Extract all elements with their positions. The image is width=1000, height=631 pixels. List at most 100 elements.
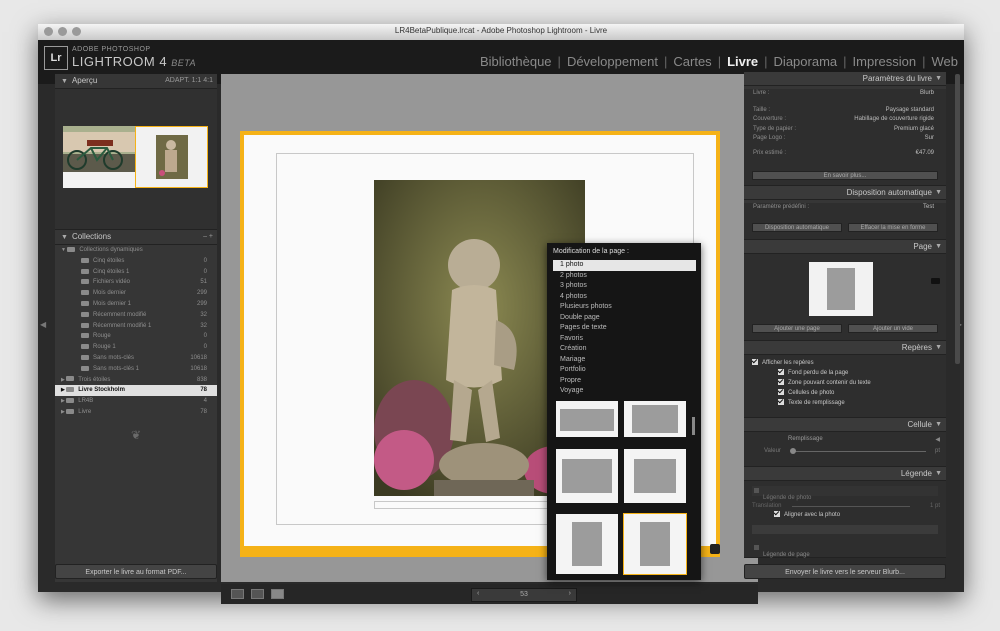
book-type-row[interactable]: Livre : Blurb (744, 89, 946, 99)
collection-row[interactable]: Sans mots-clés 1 10618 (55, 364, 217, 375)
template-thumb[interactable] (556, 514, 618, 574)
book-setting-row[interactable]: Taille : Paysage standard (744, 106, 946, 116)
photo-caption-row[interactable]: Légende de photo (752, 486, 938, 501)
show-guides-checkbox[interactable]: Afficher les repères (752, 355, 946, 368)
collection-row[interactable]: Cinq étoiles 0 (55, 256, 217, 267)
guide-checkbox[interactable]: Zone pouvant contenir du texte (778, 378, 946, 388)
module-develop[interactable]: Développement (567, 54, 658, 69)
preset-value[interactable]: Test (923, 203, 934, 213)
template-thumb[interactable] (624, 401, 686, 437)
book-type-value[interactable]: Blurb (920, 89, 934, 99)
collection-row[interactable]: ▼ Collections dynamiques (55, 245, 217, 256)
template-thumb[interactable] (624, 449, 686, 503)
photo-caption-checkbox[interactable] (754, 488, 759, 493)
send-to-blurb-button[interactable]: Envoyer le livre vers le serveur Blurb..… (744, 564, 946, 579)
collection-row[interactable]: Mois dernier 299 (55, 288, 217, 299)
book-setting-row[interactable]: Page Logo : Sur (744, 134, 946, 144)
module-map[interactable]: Cartes (673, 54, 711, 69)
page-category-item[interactable]: 2 photos (547, 271, 701, 282)
page-category-item[interactable]: Mariage (547, 355, 701, 366)
multi-page-view-icon[interactable] (231, 589, 244, 599)
template-picker-icon[interactable] (931, 278, 940, 284)
page-category-item[interactable]: Création (547, 344, 701, 355)
collections-header[interactable]: ▼ Collections – + (55, 230, 217, 245)
collapse-triangle-icon[interactable]: ▼ (935, 186, 942, 199)
collection-row[interactable]: ▶ Livre Stockholm 78 (55, 385, 217, 397)
collapse-triangle-icon[interactable]: ▼ (61, 234, 68, 241)
page-caption-row[interactable]: Légende de page (752, 543, 938, 558)
right-panel-scrollbar[interactable] (955, 74, 960, 364)
page-category-item[interactable]: 3 photos (547, 281, 701, 292)
collection-row[interactable]: Sans mots-clés 10618 (55, 353, 217, 364)
module-library[interactable]: Bibliothèque (480, 54, 552, 69)
book-settings-header[interactable]: Paramètres du livre ▼ (744, 72, 946, 86)
guide-checkbox[interactable]: Cellules de photo (778, 388, 946, 398)
collection-row[interactable]: Rouge 0 (55, 331, 217, 342)
left-panel-toggle-icon[interactable]: ◀ (40, 320, 46, 329)
spread-view-icon[interactable] (251, 589, 264, 599)
learn-more-button[interactable]: En savoir plus... (752, 171, 938, 180)
collection-row[interactable]: ▶ LR4B 4 (55, 396, 217, 407)
cell-header[interactable]: Cellule ▼ (744, 418, 946, 432)
book-setting-row[interactable]: Couverture : Habillage de couverture rigi… (744, 115, 946, 125)
collection-row[interactable]: Récemment modifié 1 32 (55, 321, 217, 332)
right-page-thumb[interactable] (135, 126, 208, 188)
module-book[interactable]: Livre (727, 54, 758, 69)
collection-row[interactable]: Rouge 1 0 (55, 342, 217, 353)
guide-checkbox[interactable]: Fond perdu de la page (778, 368, 946, 378)
page-category-item[interactable]: Propre (547, 376, 701, 387)
page-header[interactable]: Page ▼ (744, 240, 946, 254)
caption-header[interactable]: Légende ▼ (744, 467, 946, 481)
page-template-preview[interactable] (809, 262, 873, 316)
auto-layout-button[interactable]: Disposition automatique (752, 223, 842, 232)
padding-slider[interactable] (792, 451, 926, 452)
book-setting-value[interactable]: Habillage de couverture rigide (854, 115, 934, 125)
padding-expand-icon[interactable]: ◀ (935, 436, 940, 443)
page-category-item[interactable]: Voyage (547, 386, 701, 397)
collapse-triangle-icon[interactable]: ▼ (61, 78, 68, 85)
page-category-item[interactable]: Plusieurs photos (547, 302, 701, 313)
collapse-triangle-icon[interactable]: ▼ (935, 240, 942, 253)
page-caption-checkbox[interactable] (754, 545, 759, 550)
template-thumb[interactable] (556, 401, 618, 437)
padding-slider-handle[interactable] (790, 448, 796, 454)
preview-header[interactable]: ▼ Aperçu ADAPT. 1:1 4:1 (55, 74, 217, 89)
preset-row[interactable]: Paramètre prédéfini : Test (744, 203, 946, 213)
collapse-triangle-icon[interactable]: ▼ (935, 418, 942, 431)
export-pdf-button[interactable]: Exporter le livre au format PDF... (55, 564, 217, 579)
collapse-triangle-icon[interactable]: ▼ (935, 467, 942, 480)
collection-row[interactable]: Fichiers vidéo 51 (55, 277, 217, 288)
add-page-button[interactable]: Ajouter une page (752, 324, 842, 333)
template-scrollbar[interactable] (692, 417, 695, 435)
collection-row[interactable]: ▶ Trois étoiles 838 (55, 375, 217, 386)
book-setting-value[interactable]: Sur (925, 134, 934, 144)
collections-add-remove[interactable]: – + (203, 230, 213, 244)
guide-checkbox[interactable]: Texte de remplissage (778, 398, 946, 408)
clear-layout-button[interactable]: Effacer la mise en forme (848, 223, 938, 232)
page-options-icon[interactable] (710, 544, 720, 554)
collection-row[interactable]: ▶ Livre 78 (55, 407, 217, 418)
caption-style-bar[interactable] (752, 525, 938, 534)
template-thumb-selected[interactable] (623, 513, 687, 575)
preview-zoom[interactable]: ADAPT. 1:1 4:1 (165, 74, 213, 88)
collection-row[interactable]: Mois dernier 1 299 (55, 299, 217, 310)
collapse-triangle-icon[interactable]: ▼ (935, 72, 942, 85)
page-category-item[interactable]: 1 photo (553, 260, 696, 271)
module-web[interactable]: Web (932, 54, 959, 69)
add-blank-button[interactable]: Ajouter un vide (848, 324, 938, 333)
book-setting-value[interactable]: Paysage standard (886, 106, 934, 116)
page-category-item[interactable]: Favoris (547, 334, 701, 345)
collapse-triangle-icon[interactable]: ▼ (935, 341, 942, 354)
auto-layout-header[interactable]: Disposition automatique ▼ (744, 186, 946, 200)
page-category-item[interactable]: Double page (547, 313, 701, 324)
module-print[interactable]: Impression (853, 54, 917, 69)
collection-row[interactable]: Cinq étoiles 1 0 (55, 267, 217, 278)
page-category-item[interactable]: Pages de texte (547, 323, 701, 334)
collection-row[interactable]: Récemment modifié 32 (55, 310, 217, 321)
page-category-item[interactable]: 4 photos (547, 292, 701, 303)
book-setting-value[interactable]: Premium glacé (894, 125, 934, 135)
offset-slider[interactable] (792, 506, 910, 507)
page-category-item[interactable]: Portfolio (547, 365, 701, 376)
next-page-icon[interactable]: › (569, 590, 571, 597)
align-with-photo-checkbox[interactable]: Aligner avec la photo (774, 510, 840, 520)
